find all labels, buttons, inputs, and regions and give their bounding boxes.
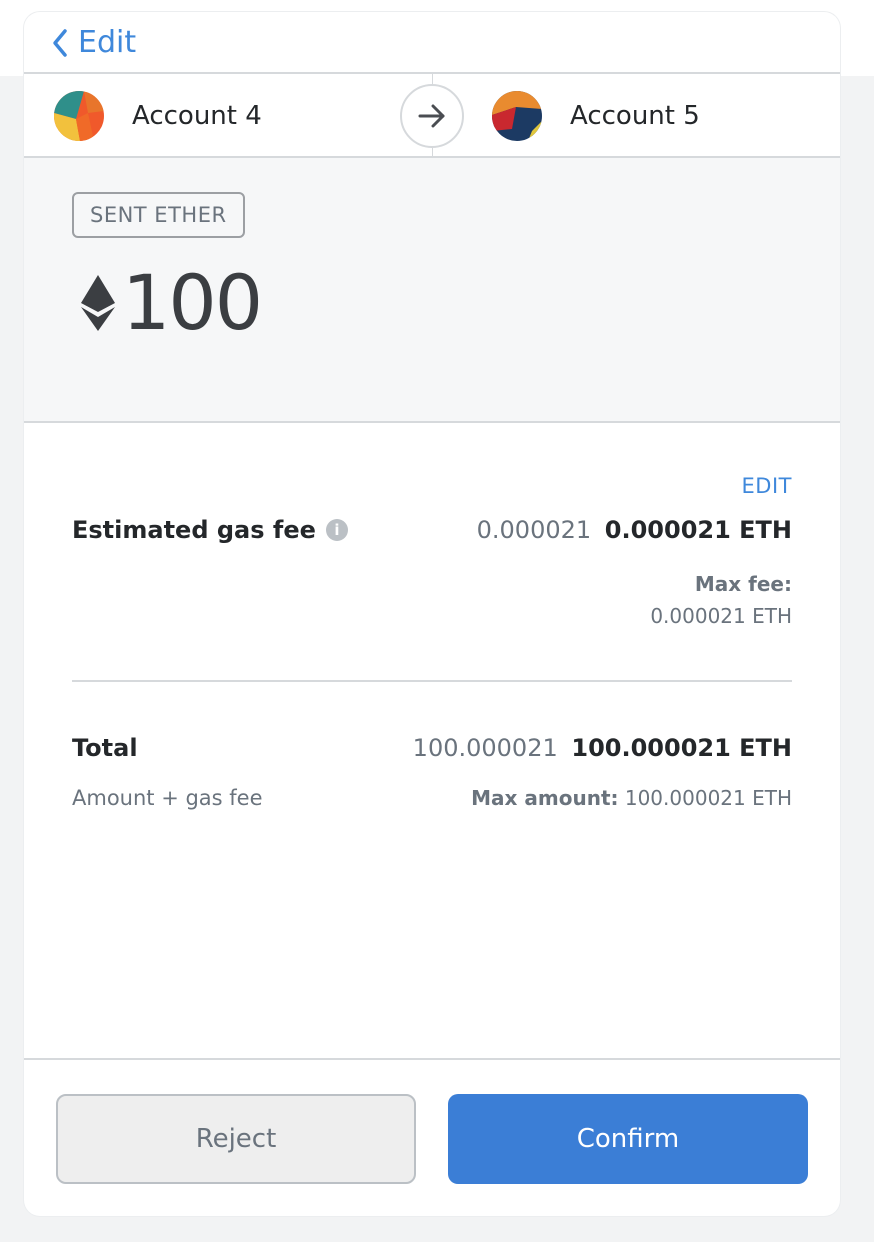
section-divider [72, 680, 792, 682]
max-fee-label: Max fee: [694, 572, 792, 596]
sender-account-name: Account 4 [132, 101, 262, 131]
amount-value: 100 [122, 258, 263, 347]
max-amount-label: Max amount: [471, 786, 619, 810]
info-icon[interactable]: i [325, 519, 348, 541]
sender-recipient-row: Account 4 Account 5 [24, 74, 840, 158]
page-header: Edit [24, 12, 840, 74]
total-label: Total [72, 734, 138, 762]
back-edit-label: Edit [78, 25, 137, 60]
max-amount-value: 100.000021 ETH [624, 786, 792, 810]
recipient-avatar-icon [492, 91, 542, 141]
reject-button[interactable]: Reject [56, 1094, 416, 1184]
amount-plus-gas-label: Amount + gas fee [72, 786, 263, 810]
gas-fee-label-group: Estimated gas fee i [72, 516, 348, 544]
total-secondary: 100.000021 [412, 734, 558, 762]
max-amount: Max amount: 100.000021 ETH [471, 786, 792, 810]
ethereum-icon [80, 275, 116, 331]
transaction-amount: 100 [80, 258, 263, 348]
transaction-type-badge: SENT ETHER [72, 192, 245, 238]
transfer-direction [400, 84, 464, 148]
edit-gas-button[interactable]: EDIT [742, 474, 792, 498]
transaction-amount-section: SENT ETHER 100 [24, 158, 840, 423]
back-edit-button[interactable]: Edit [50, 24, 136, 62]
total-primary: 100.000021 ETH [571, 734, 792, 762]
recipient-account-name: Account 5 [570, 101, 700, 131]
sender-avatar-icon [54, 91, 104, 141]
gas-fee-secondary: 0.000021 [476, 516, 592, 544]
sender-account[interactable]: Account 4 [54, 74, 262, 158]
gas-fee-primary: 0.000021 ETH [604, 516, 792, 544]
gas-fee-label: Estimated gas fee [72, 516, 316, 544]
arrow-right-icon [418, 104, 445, 128]
gas-fee-values: 0.000021 0.000021 ETH [477, 516, 792, 544]
max-fee-value: 0.000021 ETH [650, 604, 792, 628]
chevron-left-icon [53, 29, 67, 57]
total-row: Total 100.000021 100.000021 ETH [72, 730, 792, 770]
total-subtext-row: Amount + gas fee Max amount: 100.000021 … [72, 786, 792, 816]
confirm-transaction-card: Edit Account 4 Account 5 SENT ETHER 100 … [24, 12, 840, 1216]
confirm-button[interactable]: Confirm [448, 1094, 808, 1184]
total-values: 100.000021 100.000021 ETH [413, 734, 792, 762]
recipient-account[interactable]: Account 5 [492, 74, 700, 158]
page-footer: Reject Confirm [24, 1058, 840, 1216]
estimated-gas-fee-row: Estimated gas fee i 0.000021 0.000021 ET… [72, 512, 792, 552]
